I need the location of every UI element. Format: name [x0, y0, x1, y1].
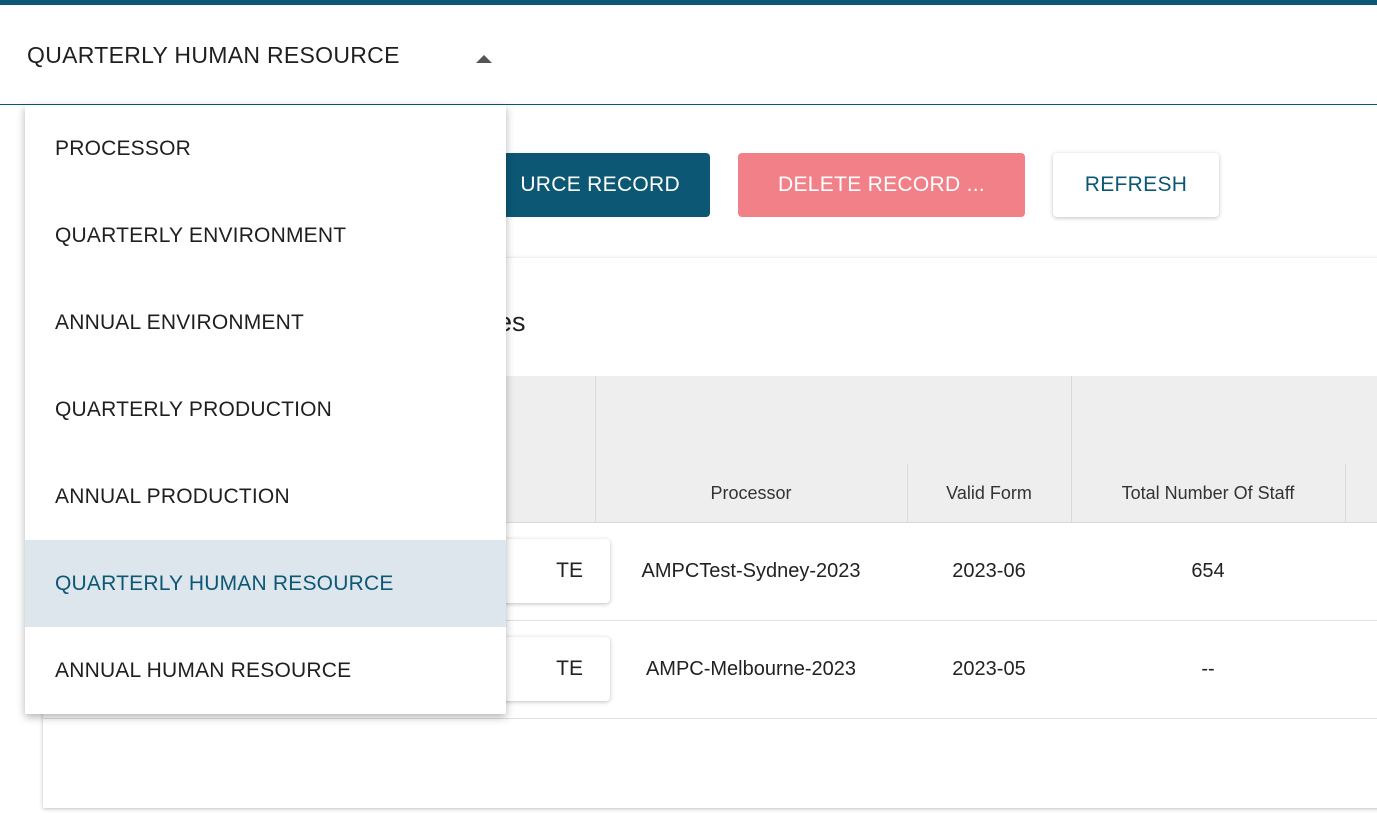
delete-record-button[interactable]: DELETE RECORD ...	[738, 153, 1025, 217]
valid-form-cell: 2023-05	[952, 658, 1026, 680]
total-staff-cell: --	[1201, 658, 1215, 680]
menu-item-annual-environment[interactable]: ANNUAL ENVIRONMENT	[25, 279, 506, 366]
menu-item-quarterly-environment[interactable]: QUARTERLY ENVIRONMENT	[25, 192, 506, 279]
total-staff-cell: 654	[1191, 560, 1225, 582]
form-type-select-value: QUARTERLY HUMAN RESOURCE	[27, 42, 400, 68]
column-header-valid-form[interactable]: Valid Form	[907, 464, 1071, 522]
menu-item-annual-production[interactable]: ANNUAL PRODUCTION	[25, 453, 506, 540]
column-header-processor[interactable]: Processor	[595, 464, 907, 522]
menu-item-annual-human-resource[interactable]: ANNUAL HUMAN RESOURCE	[25, 627, 506, 714]
menu-item-quarterly-production[interactable]: QUARTERLY PRODUCTION	[25, 366, 506, 453]
menu-item-quarterly-human-resource[interactable]: QUARTERLY HUMAN RESOURCE	[25, 540, 506, 627]
processor-cell: AMPCTest-Sydney-2023	[641, 560, 861, 582]
form-type-select[interactable]: QUARTERLY HUMAN RESOURCE	[0, 5, 1377, 106]
valid-form-cell: 2023-06	[952, 560, 1026, 582]
caret-up-icon[interactable]	[476, 55, 492, 63]
column-header-total-staff[interactable]: Total Number Of Staff	[1071, 464, 1345, 522]
processor-cell: AMPC-Melbourne-2023	[645, 658, 857, 680]
form-type-dropdown-menu: PROCESSOR QUARTERLY ENVIRONMENT ANNUAL E…	[25, 105, 506, 714]
update-button[interactable]: TE	[490, 539, 610, 603]
menu-item-processor[interactable]: PROCESSOR	[25, 105, 506, 192]
update-button[interactable]: TE	[490, 637, 610, 701]
refresh-button[interactable]: REFRESH	[1053, 153, 1219, 217]
